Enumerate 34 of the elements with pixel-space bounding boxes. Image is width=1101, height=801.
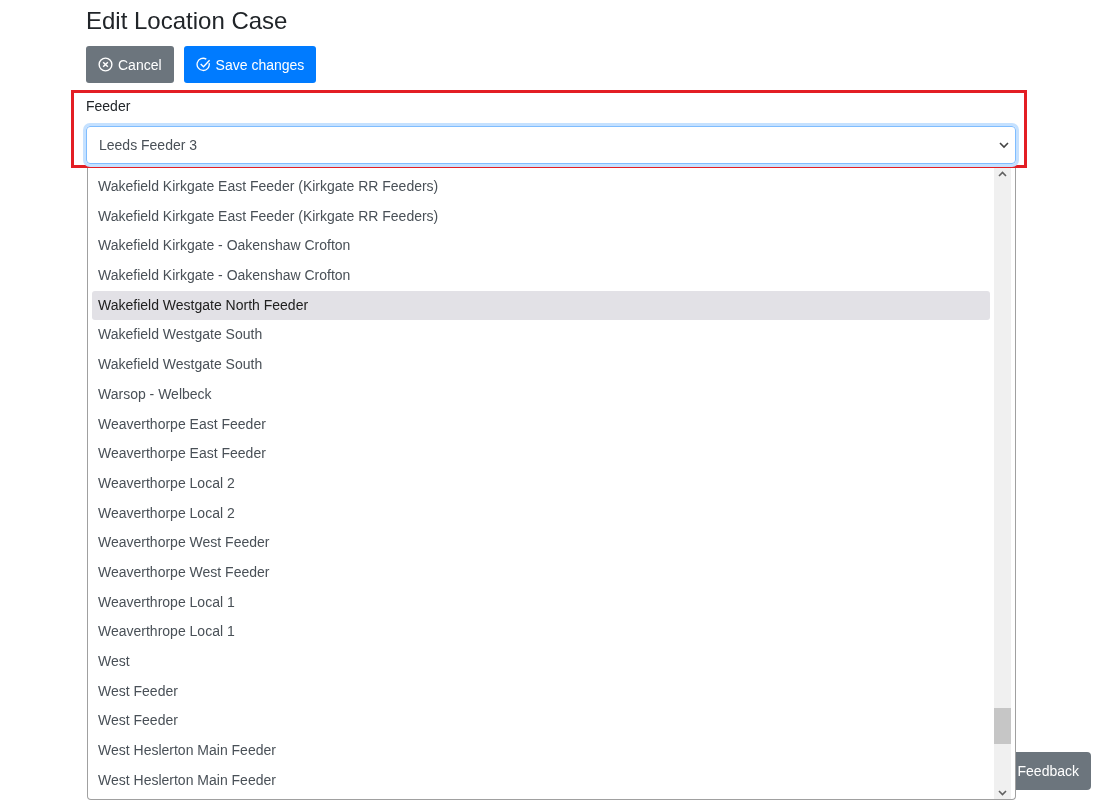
scroll-up-icon [998,171,1007,177]
dropdown-option[interactable]: West Feeder [92,676,990,707]
dropdown-option[interactable]: Wakefield Kirkgate - Oakenshaw Crofton [92,231,990,262]
dropdown-option[interactable]: Weaverthorpe Local 2 [92,468,990,499]
dropdown-option[interactable]: Weaverthorpe Local 2 [92,498,990,529]
dropdown-option[interactable]: Warsop - Welbeck [92,379,990,410]
dropdown-option[interactable]: Weaverthrope Local 1 [92,587,990,618]
feeder-select[interactable]: Leeds Feeder 3 [86,126,1016,164]
dropdown-option[interactable]: West Heslerton Main Feeder [92,765,990,796]
dropdown-option[interactable]: Weaverthorpe West Feeder [92,528,990,558]
dropdown-option[interactable]: West Feeder [92,706,990,737]
scrollbar-thumb[interactable] [994,708,1011,744]
cancel-button[interactable]: Cancel [86,46,174,83]
dropdown-option[interactable]: Wakefield Westgate South [92,320,990,351]
close-icon [98,57,113,72]
dropdown-option[interactable]: Weaverthorpe East Feeder [92,409,990,440]
save-button[interactable]: Save changes [183,46,317,83]
dropdown-option[interactable]: Wakefield Kirkgate East Feeder (Kirkgate RR Feeders) [92,172,990,202]
scroll-down-icon [998,790,1007,796]
dropdown-option[interactable]: Wakefield Kirkgate - Oakenshaw Crofton [92,261,990,291]
dropdown-option[interactable]: Wakefield Westgate South [92,350,990,380]
check-circle-icon [195,57,211,72]
select-value: Leeds Feeder 3 [99,137,198,153]
chevron-down-icon [999,141,1009,149]
page-title: Edit Location Case [86,6,289,36]
field-label: Feeder [86,97,132,115]
dropdown-option[interactable]: West [92,647,990,677]
dropdown-option[interactable]: West Heslerton Main Feeder [92,736,990,766]
scrollbar[interactable] [994,168,1011,799]
dropdown-option[interactable]: Wakefield Kirkgate East Feeder (Kirkgate RR Feeders) [92,201,990,232]
dropdown-option[interactable]: Weaverthrope Local 1 [92,617,990,647]
dropdown-option[interactable]: Wakefield Westgate North Feeder [92,290,990,321]
dropdown-option[interactable]: Weaverthorpe West Feeder [92,557,990,588]
dropdown-option[interactable]: Weaverthorpe East Feeder [92,439,990,469]
